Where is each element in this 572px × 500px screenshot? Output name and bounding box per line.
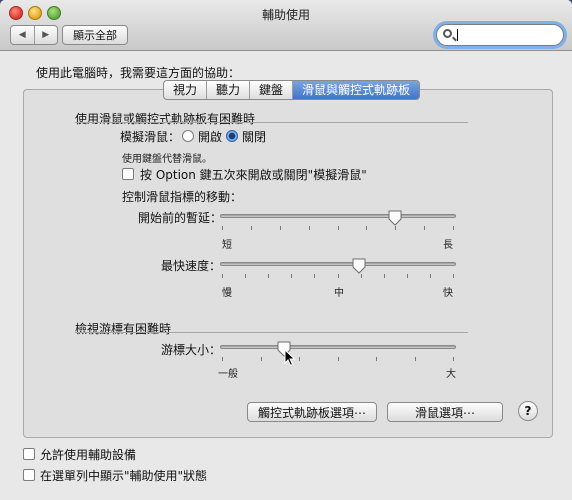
trackpad-options-button[interactable]: 觸控式軌跡板選項⋯ (247, 402, 377, 422)
cursor-section-title: 檢視游標有困難時 (75, 322, 172, 336)
slider-tick (338, 226, 339, 230)
slider-tick (291, 274, 292, 278)
cursor-size-min: 一般 (218, 369, 238, 380)
slider-tick (338, 357, 339, 361)
cursor-size-ticks (222, 357, 454, 361)
back-forward-control: ◀ ▶ (10, 25, 58, 45)
mouse-keys-off-label[interactable]: 關閉 (242, 128, 266, 145)
initial-delay-ticks (222, 226, 454, 230)
help-button[interactable]: ? (518, 401, 538, 421)
cursor-size-slider[interactable] (220, 345, 456, 349)
slider-tick (338, 274, 339, 278)
slider-tick (407, 274, 408, 278)
slider-tick (430, 274, 431, 278)
slider-tick (424, 226, 425, 230)
slider-tick (395, 226, 396, 230)
accessibility-window: 輔助使用 ◀ ▶ 顯示全部 使用此電腦時，我需要這方面的協助： 視力 聽力 鍵盤… (0, 0, 572, 500)
slider-tick (314, 274, 315, 278)
forward-icon[interactable]: ▶ (35, 26, 58, 44)
tab-mouse-trackpad[interactable]: 滑鼠與觸控式軌跡板 (293, 81, 420, 99)
slider-tick (309, 226, 310, 230)
max-speed-ticks (222, 274, 454, 278)
mouse-keys-on-label[interactable]: 開啟 (198, 128, 222, 145)
intro-text: 使用此電腦時，我需要這方面的協助： (36, 66, 241, 80)
mouse-keys-on-radio[interactable] (182, 130, 194, 142)
max-speed-min: 慢 (222, 288, 232, 299)
tab-hearing[interactable]: 聽力 (207, 81, 251, 99)
window-title: 輔助使用 (261, 8, 310, 22)
mouse-pointer-icon (284, 349, 296, 367)
category-tabs: 視力 聽力 鍵盤 滑鼠與觸控式軌跡板 (163, 80, 421, 100)
slider-tick (222, 357, 223, 361)
option-key-checkbox[interactable] (122, 168, 134, 180)
allow-assistive-checkbox[interactable] (23, 448, 35, 460)
option-key-checkbox-label[interactable]: 按 Option 鍵五次來開啟或關閉"模擬滑鼠" (140, 166, 367, 183)
allow-assistive-label[interactable]: 允許使用輔助設備 (40, 446, 136, 463)
mouse-options-button[interactable]: 滑鼠選項⋯ (387, 402, 503, 422)
slider-tick (415, 357, 416, 361)
slider-tick (251, 226, 252, 230)
slider-tick (453, 357, 454, 361)
slider-tick (299, 357, 300, 361)
pointer-movement-label: 控制滑鼠指標的移動： (122, 190, 243, 204)
mouse-keys-hint: 使用鍵盤代替滑鼠。 (122, 154, 212, 165)
initial-delay-label: 開始前的暫延： (138, 211, 223, 225)
slider-tick (280, 226, 281, 230)
cursor-size-max: 大 (446, 369, 456, 380)
slider-tick (361, 274, 362, 278)
search-field[interactable] (436, 24, 564, 46)
cursor-size-label: 游標大小： (161, 343, 222, 357)
slider-tick (384, 274, 385, 278)
search-icon (443, 29, 452, 38)
show-in-menu-checkbox[interactable] (23, 469, 35, 481)
mouse-section-divider (75, 122, 468, 123)
initial-delay-slider-thumb[interactable] (388, 210, 402, 226)
text-caret (457, 29, 458, 41)
cursor-section-divider (75, 332, 468, 333)
mouse-keys-off-radio[interactable] (226, 130, 238, 142)
slider-tick (376, 357, 377, 361)
initial-delay-max: 長 (443, 240, 453, 251)
mouse-keys-label: 模擬滑鼠： (120, 130, 181, 144)
slider-tick (245, 274, 246, 278)
tab-vision[interactable]: 視力 (164, 81, 208, 99)
max-speed-slider-thumb[interactable] (352, 258, 366, 274)
max-speed-max: 快 (443, 288, 453, 299)
title-bar: 輔助使用 ◀ ▶ 顯示全部 (0, 0, 572, 51)
slider-tick (261, 357, 262, 361)
slider-tick (453, 226, 454, 230)
mouse-section-title: 使用滑鼠或觸控式軌跡板有困難時 (75, 112, 256, 126)
max-speed-slider[interactable] (220, 262, 456, 266)
initial-delay-min: 短 (222, 240, 232, 251)
slider-tick (366, 226, 367, 230)
slider-tick (222, 226, 223, 230)
initial-delay-slider[interactable] (220, 214, 456, 218)
show-all-button[interactable]: 顯示全部 (62, 25, 128, 45)
max-speed-label: 最快速度： (161, 259, 222, 273)
max-speed-mid: 中 (334, 288, 344, 299)
back-icon[interactable]: ◀ (11, 26, 35, 44)
slider-tick (453, 274, 454, 278)
show-in-menu-label[interactable]: 在選單列中顯示"輔助使用"狀態 (40, 467, 207, 484)
search-input[interactable] (455, 26, 557, 44)
slider-tick (268, 274, 269, 278)
slider-tick (222, 274, 223, 278)
tab-keyboard[interactable]: 鍵盤 (250, 81, 294, 99)
